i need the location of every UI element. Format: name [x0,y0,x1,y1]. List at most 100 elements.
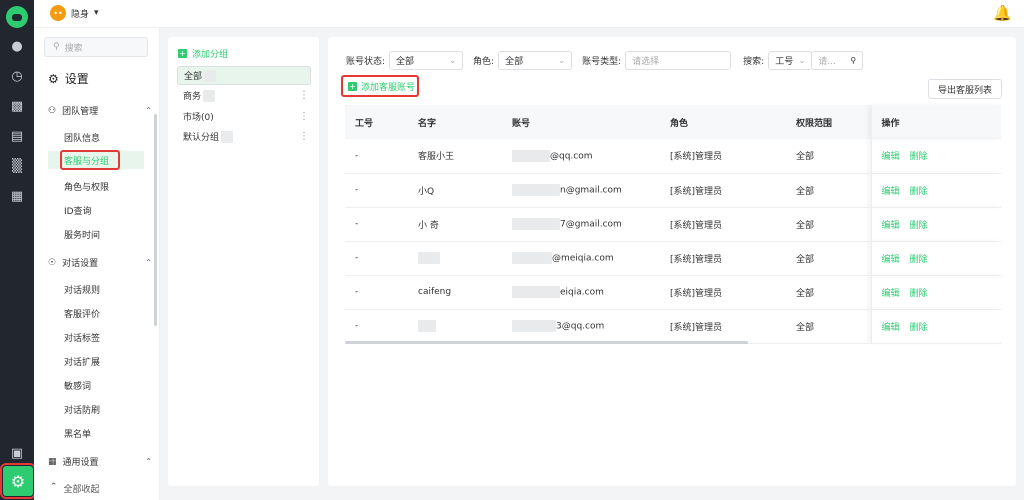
redacted-mark [204,69,217,82]
edit-link[interactable]: 编辑 [882,152,900,162]
group-item-marketing[interactable]: 市场(0) ⋮ [177,107,311,126]
section-general-settings[interactable]: ▦ 通用设置 ⌃ [48,455,152,469]
cell-id: - [345,173,408,208]
role-filter-select[interactable]: 全部 ⌄ [498,51,573,70]
cell-scope: 全部 [786,241,871,276]
menu-title-label: 设置 [64,72,89,86]
add-group-button[interactable]: + 添加分组 [178,47,228,60]
redacted-mark [512,252,552,264]
add-group-label: 添加分组 [192,50,229,60]
menu-item-anti-spam[interactable]: 对话防刷 [64,403,100,416]
ticket-icon[interactable]: ▦ [8,188,26,204]
top-bar: •• 隐身 ▾ 🔔 [34,0,1024,28]
cell-actions: 编辑 删除 [870,275,1001,310]
edit-link[interactable]: 编辑 [882,255,900,265]
type-filter-placeholder: 请选择 [632,57,660,67]
role-filter-value: 全部 [505,57,524,67]
grid-icon: ▦ [48,456,57,467]
chevron-up-icon: ⌃ [145,106,152,115]
agent-list-panel: 账号状态: 全部 ⌄ 角色: 全部 ⌄ 账号类型: 请选择 搜索: 工号 ⌄ 请… [328,37,1016,486]
search-icon[interactable]: ⚲ [850,56,856,65]
cell-account: 7@gmail.com [502,207,660,242]
stats-bar-icon[interactable]: ▒ [8,158,26,174]
gear-icon: ⚙ [48,71,59,86]
cell-actions: 编辑 删除 [870,309,1001,344]
menu-item-chat-rules[interactable]: 对话规则 [64,283,100,296]
account-text: @meiqia.com [552,253,614,264]
search-field-select[interactable]: 工号 ⌄ [768,51,813,70]
menu-item-service-hours[interactable]: 服务时间 [64,228,100,241]
type-filter-label: 账号类型: [582,57,622,67]
delete-link[interactable]: 删除 [910,152,928,162]
account-text: eiqia.com [560,287,604,298]
col-header-name: 名字 [408,105,502,139]
cell-actions: 编辑 删除 [870,207,1001,242]
agent-table: 工号 名字 账号 角色 权限范围 操作 - 客服小王 @qq.com [系统]管… [345,105,1001,344]
cell-scope: 全部 [786,309,871,344]
collapse-all-button[interactable]: ⌃ 全部收起 [50,482,100,495]
menu-item-id-query[interactable]: ID查询 [64,204,92,217]
menu-item-team-info[interactable]: 团队信息 [64,131,100,144]
edit-link[interactable]: 编辑 [882,323,900,333]
search-icon: ⚲ [53,42,60,52]
col-header-role: 角色 [660,105,786,139]
more-vertical-icon[interactable]: ⋮ [299,111,309,122]
cell-id: - [345,139,408,174]
status-switcher[interactable]: •• 隐身 ▾ [50,5,99,21]
delete-link[interactable]: 删除 [910,187,928,197]
contact-card-icon[interactable]: ▤ [8,128,26,144]
status-filter-select[interactable]: 全部 ⌄ [389,51,464,70]
more-vertical-icon[interactable]: ⋮ [299,131,309,142]
menu-search-input[interactable]: ⚲ 搜索 [44,37,148,57]
chat-icon[interactable]: ● [8,38,26,54]
add-agent-label: 添加客服账号 [361,82,416,93]
monitor-icon[interactable]: ▩ [8,98,26,114]
group-item-all[interactable]: 全部 [177,66,311,85]
type-filter-select[interactable]: 请选择 [625,51,732,70]
section-chat-settings[interactable]: ☉ 对话设置 ⌃ [48,256,152,270]
cell-account: @qq.com [502,139,660,174]
menu-search-placeholder: 搜索 [64,43,83,54]
edit-link[interactable]: 编辑 [882,221,900,231]
menu-item-roles[interactable]: 角色与权限 [64,180,109,193]
cell-role: [系统]管理员 [660,207,786,242]
menu-item-agents-groups[interactable]: 客服与分组 [48,150,144,170]
account-text: @qq.com [550,151,593,162]
edit-link[interactable]: 编辑 [882,289,900,299]
col-header-actions: 操作 [870,105,1001,139]
search-input[interactable]: 请... ⚲ [811,51,864,70]
group-item-default[interactable]: 默认分组 ⋮ [177,127,311,146]
delete-link[interactable]: 删除 [910,255,928,265]
delete-link[interactable]: 删除 [910,221,928,231]
menu-scrollbar[interactable] [154,114,157,326]
plus-icon: + [348,81,357,91]
menu-item-chat-tags[interactable]: 对话标签 [64,331,100,344]
collapse-icon: ⌃ [50,482,58,492]
section-label: 通用设置 [62,458,99,468]
export-agent-list-button[interactable]: 导出客服列表 [927,79,1002,99]
group-item-business[interactable]: 商务 ⋮ [177,86,311,105]
status-filter-label: 账号状态: [346,57,386,67]
cell-scope: 全部 [786,275,871,310]
add-agent-account-button[interactable]: + 添加客服账号 [341,75,419,97]
menu-item-blacklist[interactable]: 黑名单 [64,427,91,440]
table-header-row: 工号 名字 账号 角色 权限范围 操作 [345,105,1001,139]
group-name: 默认分组 [183,133,220,143]
menu-item-chat-extension[interactable]: 对话扩展 [64,355,100,368]
menu-item-agent-rating[interactable]: 客服评价 [64,307,100,320]
icon-rail: ● ◷ ▩ ▤ ▒ ▦ ▣ ⚙ [0,0,36,500]
table-row: - @meiqia.com [系统]管理员 全部 编辑 删除 [345,241,1001,276]
section-team-management[interactable]: ⚇ 团队管理 ⌃ [48,104,152,118]
redacted-mark [512,286,560,298]
history-icon[interactable]: ◷ [8,68,26,84]
edit-link[interactable]: 编辑 [882,187,900,197]
bell-icon[interactable]: 🔔 [993,4,1012,22]
table-horizontal-scrollbar[interactable] [345,341,748,344]
delete-link[interactable]: 删除 [910,289,928,299]
delete-link[interactable]: 删除 [910,323,928,333]
app-logo-icon[interactable] [6,6,28,28]
apps-grid-icon[interactable]: ▣ [8,445,26,461]
more-vertical-icon[interactable]: ⋮ [299,90,309,101]
menu-item-sensitive-words[interactable]: 敏感词 [64,379,91,392]
settings-gear-icon[interactable]: ⚙ [0,463,36,499]
